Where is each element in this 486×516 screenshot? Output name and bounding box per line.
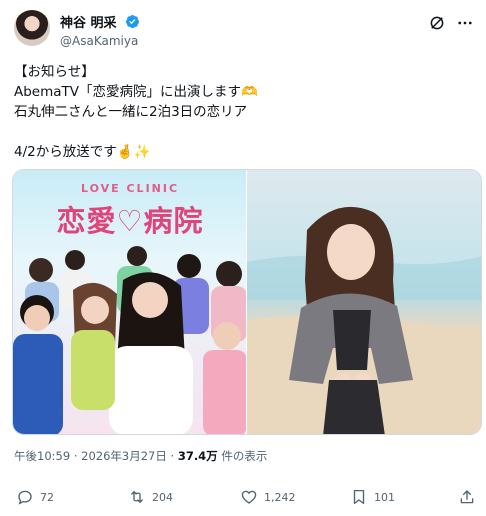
- reply-count: 72: [40, 490, 54, 504]
- user-info: 神谷 明采 @AsaKamiya: [60, 11, 140, 48]
- tweet-media: LOVE CLINIC 恋愛♡病院: [12, 169, 482, 435]
- user-handle[interactable]: @AsaKamiya: [60, 34, 140, 48]
- reply-icon: [18, 490, 32, 505]
- repost-button[interactable]: 204: [128, 488, 173, 506]
- meta-separator: ·: [73, 449, 78, 463]
- cast-illustration: [13, 246, 246, 434]
- more-options-icon[interactable]: [456, 14, 474, 32]
- verified-badge-icon: [125, 14, 139, 29]
- post-time[interactable]: 午後10:59: [14, 449, 70, 463]
- like-button[interactable]: 1,242: [240, 488, 296, 506]
- tweet-metadata: 午後10:59 · 2026年3月27日 · 37.4万 件の表示: [14, 448, 267, 464]
- bookmark-icon: [353, 489, 365, 505]
- meta-separator: ·: [170, 449, 175, 463]
- tweet-line: 【お知らせ】: [14, 64, 95, 80]
- repost-icon: [131, 491, 143, 503]
- reply-button[interactable]: 72: [16, 488, 54, 506]
- share-button[interactable]: [458, 488, 482, 506]
- media-image-show-poster[interactable]: LOVE CLINIC 恋愛♡病院: [13, 170, 246, 434]
- tweet-line: 石丸伸二さんと一緒に2泊3日の恋リア: [14, 104, 248, 120]
- repost-count: 204: [152, 490, 173, 504]
- post-date[interactable]: 2026年3月27日: [81, 449, 167, 463]
- grok-icon[interactable]: [428, 14, 446, 32]
- avatar[interactable]: [14, 10, 50, 46]
- media-image-beach-photo[interactable]: [246, 170, 481, 434]
- heart-icon: [241, 490, 257, 504]
- like-count: 1,242: [264, 490, 296, 504]
- beach-photo-illustration: [246, 206, 481, 434]
- tweet-actions: 72 204 1,242 101: [14, 488, 474, 510]
- tweet-line: 4/2から放送です🤞✨: [14, 144, 151, 160]
- display-name[interactable]: 神谷 明采: [60, 12, 117, 31]
- share-icon: [460, 490, 474, 504]
- tweet-text: 【お知らせ】 AbemaTV「恋愛病院」に出演します🫶 石丸伸二さんと一緒に2泊…: [14, 62, 474, 162]
- tweet-header: 神谷 明采 @AsaKamiya: [14, 8, 474, 52]
- tweet-line: [14, 122, 474, 142]
- tweet-line: AbemaTV「恋愛病院」に出演します🫶: [14, 84, 258, 100]
- bookmark-button[interactable]: 101: [350, 488, 395, 506]
- views-count: 37.4万: [177, 449, 218, 463]
- views-label: 件の表示: [221, 449, 268, 463]
- bookmark-count: 101: [374, 490, 395, 504]
